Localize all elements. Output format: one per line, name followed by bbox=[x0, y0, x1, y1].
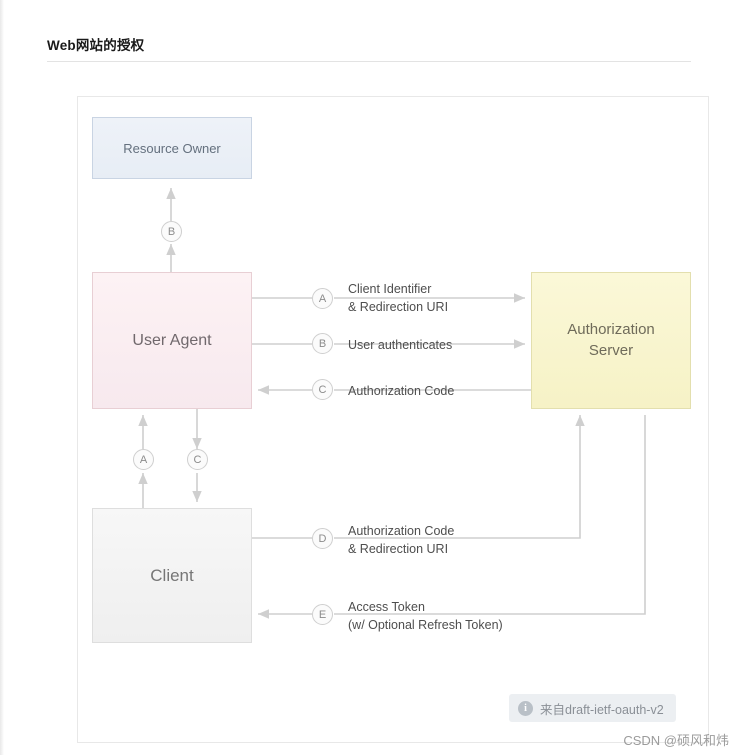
step-marker-a-vertical: A bbox=[133, 449, 154, 470]
node-resource-owner-label: Resource Owner bbox=[123, 140, 221, 156]
watermark: CSDN @硕风和炜 bbox=[623, 733, 729, 748]
step-marker-c-vertical: C bbox=[187, 449, 208, 470]
step-marker-e: E bbox=[312, 604, 333, 625]
step-label-b: User authenticates bbox=[348, 338, 453, 352]
step-marker-b-vertical: B bbox=[161, 221, 182, 242]
node-client-label: Client bbox=[150, 565, 194, 585]
node-authorization-server-label: Authorization Server bbox=[567, 321, 655, 359]
step-label-e: Access Token (w/ Optional Refresh Token) bbox=[348, 600, 503, 632]
page-root: Web网站的授权 Resource Owner User Agent Clien… bbox=[0, 0, 741, 755]
node-user-agent: User Agent bbox=[92, 272, 252, 409]
node-resource-owner: Resource Owner bbox=[92, 117, 252, 179]
node-client: Client bbox=[92, 508, 252, 643]
step-marker-b: B bbox=[312, 333, 333, 354]
node-user-agent-label: User Agent bbox=[132, 331, 212, 349]
diagram-frame bbox=[77, 96, 709, 743]
step-label-a: Client Identifier & Redirection URI bbox=[348, 282, 449, 314]
source-badge-label: 来自draft-ietf-oauth-v2 bbox=[540, 702, 664, 717]
step-marker-c: C bbox=[312, 379, 333, 400]
step-marker-d: D bbox=[312, 528, 333, 549]
source-badge: i 来自draft-ietf-oauth-v2 bbox=[509, 694, 676, 722]
step-marker-a: A bbox=[312, 288, 333, 309]
step-label-c: Authorization Code bbox=[348, 384, 455, 398]
info-icon: i bbox=[518, 700, 533, 716]
step-label-d: Authorization Code & Redirection URI bbox=[348, 524, 455, 556]
title-divider bbox=[47, 61, 691, 62]
page-left-rule bbox=[0, 0, 4, 755]
page-title: Web网站的授权 bbox=[47, 38, 145, 53]
node-authorization-server: Authorization Server bbox=[531, 272, 691, 409]
